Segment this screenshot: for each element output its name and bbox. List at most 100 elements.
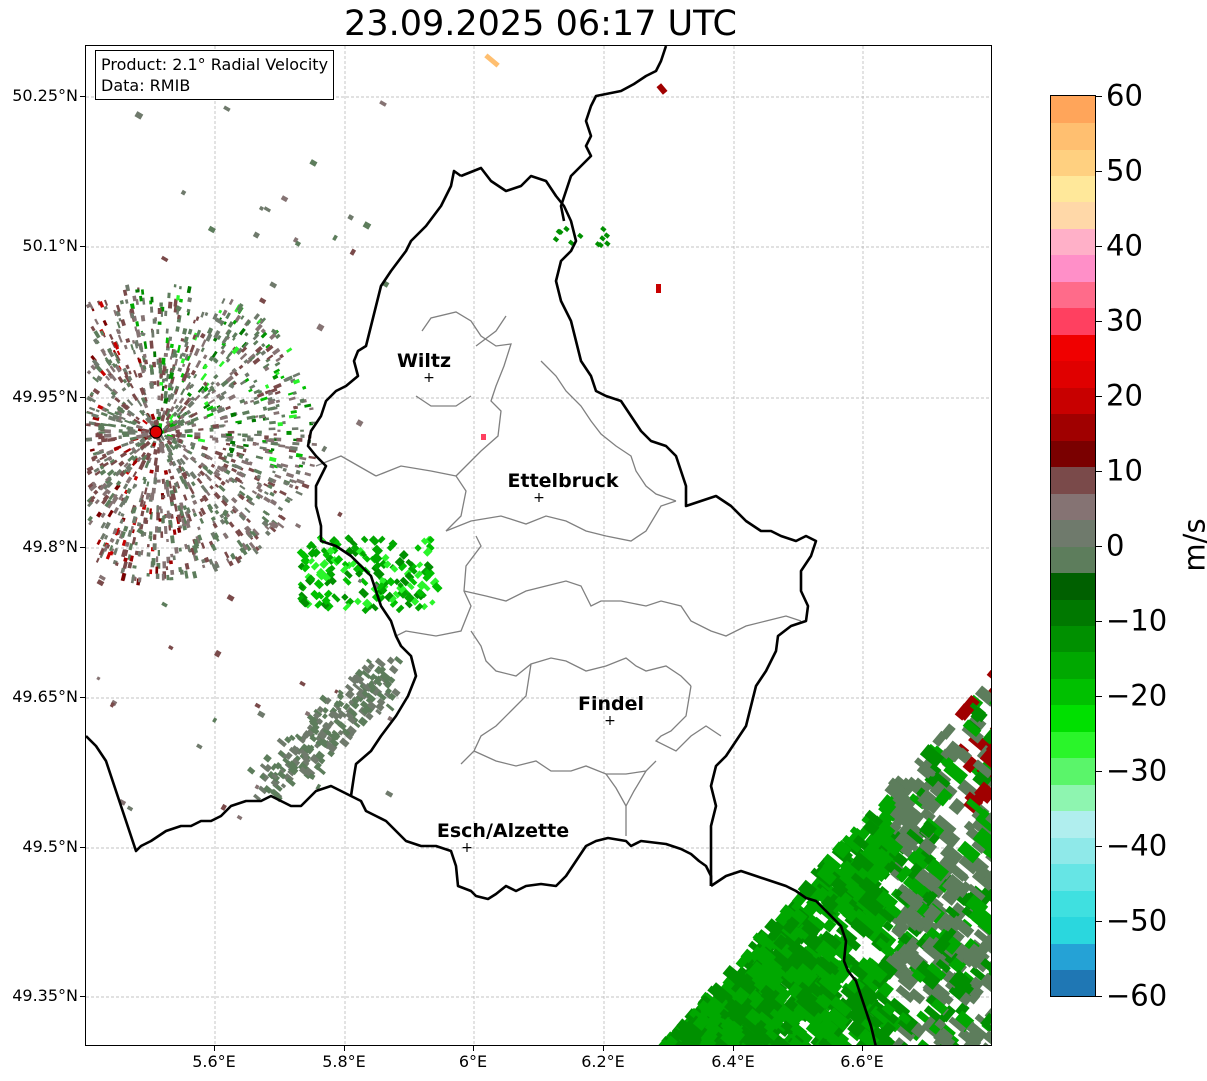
radar-echo-cell	[220, 390, 227, 397]
radar-echo-cell	[158, 357, 162, 363]
radar-echo-cell	[168, 645, 174, 651]
radar-echo-cell	[130, 343, 134, 351]
radar-echo-cell	[105, 368, 112, 375]
radar-echo-cell	[259, 446, 267, 450]
radar-echo-cell	[268, 427, 276, 431]
colorbar-segment	[1051, 916, 1095, 944]
colorbar-segment	[1051, 360, 1095, 388]
radar-echo-cell	[300, 429, 304, 432]
colorbar-tick-label: 40	[1106, 228, 1143, 263]
radar-echo-cell	[656, 83, 668, 95]
radar-echo-cell	[341, 593, 349, 601]
radar-echo-cell	[128, 440, 135, 445]
radar-echo-cell	[178, 285, 182, 290]
colorbar-segment	[1051, 863, 1095, 891]
radar-echo-cell	[125, 476, 133, 484]
radar-echo-cell	[135, 298, 139, 306]
radar-echo-cell	[552, 236, 560, 243]
radar-echo-cell	[416, 561, 424, 569]
radar-echo-cell	[184, 562, 190, 570]
radar-echo-cell	[212, 717, 218, 723]
radar-echo-cell	[166, 574, 170, 581]
radar-echo-cell	[196, 743, 203, 750]
radar-echo-cell	[161, 495, 166, 499]
radar-echo-cell	[231, 332, 238, 339]
radar-echo-cell	[252, 339, 259, 346]
colorbar-tick	[1096, 246, 1102, 247]
colorbar-segment	[1051, 890, 1095, 918]
radar-echo-cell	[358, 587, 369, 599]
radar-echo-cell	[195, 316, 200, 322]
radar-echo-cell	[104, 521, 111, 530]
radar-echo-cell	[122, 561, 128, 569]
radar-echo-cell	[190, 494, 196, 499]
map-area[interactable]	[85, 45, 992, 1046]
colorbar-tick	[1096, 546, 1102, 547]
radar-echo-cell	[155, 566, 159, 574]
city-label-ettelbruck: Ettelbruck	[507, 470, 619, 492]
radar-echo-cell	[120, 319, 126, 327]
radar-echo-cell	[277, 429, 281, 432]
radar-echo-cell	[239, 484, 246, 490]
radar-echo-cell	[114, 538, 120, 545]
radar-echo-cell	[136, 399, 143, 407]
radar-echo-cell	[254, 433, 262, 437]
radar-echo-cell	[179, 298, 183, 303]
radar-echo-cell	[89, 406, 96, 411]
radar-echo-cell	[210, 381, 215, 386]
city-marker-ettelbruck: +	[533, 490, 545, 506]
colorbar-segment	[1051, 757, 1095, 785]
radar-echo-cell	[152, 361, 157, 368]
radar-echo-cell	[194, 432, 201, 437]
product-label: Product: 2.1° Radial Velocity	[101, 55, 329, 74]
radar-echo-cell	[178, 566, 183, 573]
radar-echo-cell	[253, 400, 260, 405]
radar-echo-cell	[190, 481, 196, 487]
radar-echo-cell	[243, 443, 249, 448]
radar-echo-cell	[263, 496, 271, 504]
radar-echo-cell	[244, 507, 251, 514]
colorbar-unit-label: m/s	[1177, 518, 1207, 572]
lon-label-6-2: 6.2°E	[581, 1052, 625, 1071]
radar-echo-cell	[148, 364, 152, 369]
radar-echo-cell	[280, 195, 289, 203]
colorbar-tick	[1096, 696, 1102, 697]
radar-echo-cell	[199, 517, 205, 524]
radar-echo-cell	[990, 694, 991, 714]
radar-echo-cell	[134, 111, 144, 120]
radar-echo-cell	[156, 408, 160, 415]
radar-echo-cell	[120, 512, 125, 518]
radar-echo-cell	[205, 454, 213, 461]
radar-echo-cell	[143, 341, 148, 349]
colorbar-segment	[1051, 572, 1095, 600]
radar-echo-cell	[257, 710, 266, 719]
radar-echo-cell	[148, 531, 153, 536]
radar-echo-cell	[105, 551, 112, 560]
radar-echo-cell	[414, 544, 422, 552]
radar-echo-cell	[118, 435, 122, 440]
radar-echo-cell	[197, 526, 201, 531]
radar-echo-cell	[263, 754, 272, 763]
radar-echo-cell	[262, 439, 266, 443]
radar-echo-cell	[107, 509, 114, 518]
radar-echo-cell	[163, 352, 168, 358]
radar-echo-cell	[200, 372, 208, 381]
radar-echo-cell	[154, 465, 160, 473]
radar-echo-cell	[355, 419, 364, 427]
colorbar-segment	[1051, 969, 1095, 996]
radar-echo-cell	[200, 311, 205, 318]
radar-echo-cell	[139, 295, 143, 302]
radar-echo-cell	[186, 308, 191, 313]
radar-echo-cell	[264, 491, 269, 496]
radar-echo-cell	[153, 351, 157, 358]
radar-echo-cell	[316, 323, 325, 332]
radar-echo-cell	[291, 479, 297, 484]
radar-echo-cell	[253, 379, 258, 384]
radar-echo-cell	[232, 337, 236, 341]
radar-echo-cell	[251, 490, 258, 495]
radar-echo-cell	[160, 255, 169, 263]
radar-echo-cell	[362, 221, 372, 230]
radar-echo-cell	[182, 454, 189, 461]
radar-echoes	[86, 53, 991, 1045]
radar-echo-cell	[331, 593, 341, 603]
